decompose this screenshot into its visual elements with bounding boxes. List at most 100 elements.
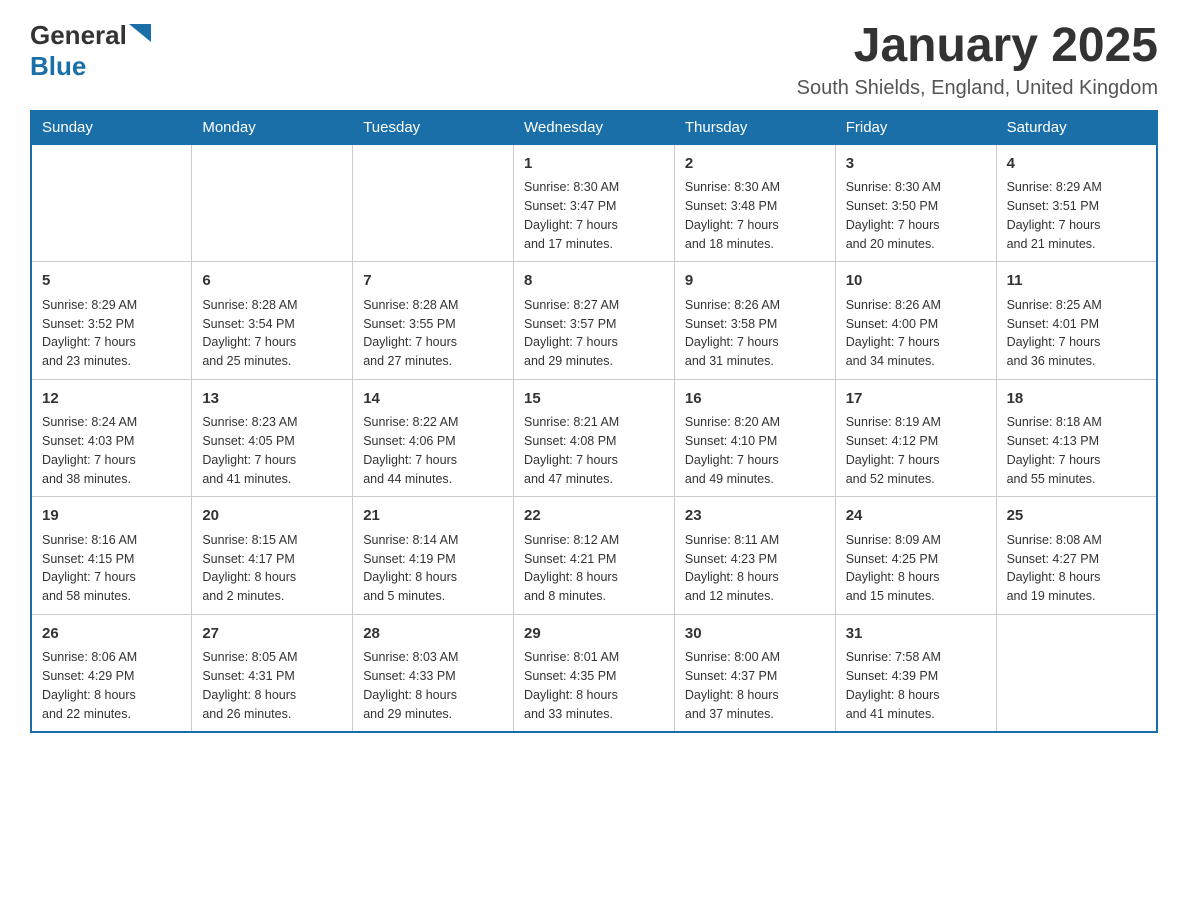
calendar-cell xyxy=(353,144,514,262)
calendar-header-row: SundayMondayTuesdayWednesdayThursdayFrid… xyxy=(31,110,1157,144)
calendar-cell: 26Sunrise: 8:06 AM Sunset: 4:29 PM Dayli… xyxy=(31,614,192,732)
day-number: 27 xyxy=(202,623,342,646)
calendar-week-2: 5 Sunrise: 8:29 AM Sunset: 3:52 PM Daylig… xyxy=(31,262,1157,380)
day-info: Sunrise: 8:22 AM Sunset: 4:06 PM Dayligh… xyxy=(363,413,503,488)
day-number: 8 xyxy=(524,270,664,293)
calendar-cell: 19 Sunrise: 8:16 AM Sunset: 4:15 PM Dayli… xyxy=(31,497,192,615)
calendar-cell: 31Sunrise: 7:58 AM Sunset: 4:39 PM Dayli… xyxy=(835,614,996,732)
weekday-header-wednesday: Wednesday xyxy=(514,110,675,144)
title-block: January 2025 South Shields, England, Uni… xyxy=(797,20,1158,100)
day-info: Sunrise: 8:29 AM Sunset: 3:52 PM Dayligh… xyxy=(42,296,181,371)
calendar-cell xyxy=(192,144,353,262)
calendar-cell: 2Sunrise: 8:30 AM Sunset: 3:48 PM Daylig… xyxy=(674,144,835,262)
calendar-cell: 20Sunrise: 8:15 AM Sunset: 4:17 PM Dayli… xyxy=(192,497,353,615)
logo-triangle-icon xyxy=(129,24,151,47)
calendar-cell xyxy=(996,614,1157,732)
day-info: Sunrise: 8:30 AM Sunset: 3:50 PM Dayligh… xyxy=(846,178,986,253)
calendar-cell: 8Sunrise: 8:27 AM Sunset: 3:57 PM Daylig… xyxy=(514,262,675,380)
logo: General Blue xyxy=(30,20,151,82)
calendar-cell: 28Sunrise: 8:03 AM Sunset: 4:33 PM Dayli… xyxy=(353,614,514,732)
day-info: Sunrise: 8:03 AM Sunset: 4:33 PM Dayligh… xyxy=(363,648,503,723)
calendar-cell: 14Sunrise: 8:22 AM Sunset: 4:06 PM Dayli… xyxy=(353,379,514,497)
calendar-cell: 6 Sunrise: 8:28 AM Sunset: 3:54 PM Daylig… xyxy=(192,262,353,380)
weekday-header-monday: Monday xyxy=(192,110,353,144)
month-title: January 2025 xyxy=(797,20,1158,73)
day-number: 5 xyxy=(42,270,181,293)
logo-blue-text: Blue xyxy=(30,51,86,81)
day-info: Sunrise: 8:09 AM Sunset: 4:25 PM Dayligh… xyxy=(846,531,986,606)
calendar-cell: 12Sunrise: 8:24 AM Sunset: 4:03 PM Dayli… xyxy=(31,379,192,497)
day-number: 22 xyxy=(524,505,664,528)
day-info: Sunrise: 8:12 AM Sunset: 4:21 PM Dayligh… xyxy=(524,531,664,606)
calendar-cell xyxy=(31,144,192,262)
day-info: Sunrise: 8:19 AM Sunset: 4:12 PM Dayligh… xyxy=(846,413,986,488)
calendar-cell: 16Sunrise: 8:20 AM Sunset: 4:10 PM Dayli… xyxy=(674,379,835,497)
calendar-cell: 5 Sunrise: 8:29 AM Sunset: 3:52 PM Daylig… xyxy=(31,262,192,380)
calendar-cell: 1Sunrise: 8:30 AM Sunset: 3:47 PM Daylig… xyxy=(514,144,675,262)
day-number: 18 xyxy=(1007,388,1146,411)
day-number: 10 xyxy=(846,270,986,293)
day-number: 13 xyxy=(202,388,342,411)
day-info: Sunrise: 8:18 AM Sunset: 4:13 PM Dayligh… xyxy=(1007,413,1146,488)
calendar-cell: 13Sunrise: 8:23 AM Sunset: 4:05 PM Dayli… xyxy=(192,379,353,497)
location-title: South Shields, England, United Kingdom xyxy=(797,77,1158,100)
day-number: 3 xyxy=(846,153,986,176)
day-info: Sunrise: 8:14 AM Sunset: 4:19 PM Dayligh… xyxy=(363,531,503,606)
day-info: Sunrise: 8:15 AM Sunset: 4:17 PM Dayligh… xyxy=(202,531,342,606)
calendar-cell: 11 Sunrise: 8:25 AM Sunset: 4:01 PM Dayli… xyxy=(996,262,1157,380)
day-info: Sunrise: 8:30 AM Sunset: 3:47 PM Dayligh… xyxy=(524,178,664,253)
day-info: Sunrise: 8:24 AM Sunset: 4:03 PM Dayligh… xyxy=(42,413,181,488)
day-info: Sunrise: 7:58 AM Sunset: 4:39 PM Dayligh… xyxy=(846,648,986,723)
day-info: Sunrise: 8:21 AM Sunset: 4:08 PM Dayligh… xyxy=(524,413,664,488)
day-number: 2 xyxy=(685,153,825,176)
calendar-table: SundayMondayTuesdayWednesdayThursdayFrid… xyxy=(30,110,1158,734)
weekday-header-sunday: Sunday xyxy=(31,110,192,144)
day-number: 15 xyxy=(524,388,664,411)
logo-general-text: General xyxy=(30,20,127,51)
calendar-cell: 3Sunrise: 8:30 AM Sunset: 3:50 PM Daylig… xyxy=(835,144,996,262)
day-info: Sunrise: 8:11 AM Sunset: 4:23 PM Dayligh… xyxy=(685,531,825,606)
calendar-cell: 21 Sunrise: 8:14 AM Sunset: 4:19 PM Dayli… xyxy=(353,497,514,615)
calendar-cell: 30Sunrise: 8:00 AM Sunset: 4:37 PM Dayli… xyxy=(674,614,835,732)
day-info: Sunrise: 8:30 AM Sunset: 3:48 PM Dayligh… xyxy=(685,178,825,253)
calendar-week-4: 19 Sunrise: 8:16 AM Sunset: 4:15 PM Dayli… xyxy=(31,497,1157,615)
weekday-header-tuesday: Tuesday xyxy=(353,110,514,144)
day-number: 16 xyxy=(685,388,825,411)
day-number: 28 xyxy=(363,623,503,646)
day-number: 17 xyxy=(846,388,986,411)
calendar-week-3: 12Sunrise: 8:24 AM Sunset: 4:03 PM Dayli… xyxy=(31,379,1157,497)
calendar-cell: 9 Sunrise: 8:26 AM Sunset: 3:58 PM Daylig… xyxy=(674,262,835,380)
day-info: Sunrise: 8:05 AM Sunset: 4:31 PM Dayligh… xyxy=(202,648,342,723)
calendar-cell: 24 Sunrise: 8:09 AM Sunset: 4:25 PM Dayli… xyxy=(835,497,996,615)
calendar-cell: 10Sunrise: 8:26 AM Sunset: 4:00 PM Dayli… xyxy=(835,262,996,380)
day-info: Sunrise: 8:29 AM Sunset: 3:51 PM Dayligh… xyxy=(1007,178,1146,253)
day-number: 21 xyxy=(363,505,503,528)
calendar-cell: 7 Sunrise: 8:28 AM Sunset: 3:55 PM Daylig… xyxy=(353,262,514,380)
day-info: Sunrise: 8:28 AM Sunset: 3:55 PM Dayligh… xyxy=(363,296,503,371)
day-number: 14 xyxy=(363,388,503,411)
day-number: 19 xyxy=(42,505,181,528)
day-number: 12 xyxy=(42,388,181,411)
day-number: 26 xyxy=(42,623,181,646)
day-number: 11 xyxy=(1007,270,1146,293)
day-info: Sunrise: 8:16 AM Sunset: 4:15 PM Dayligh… xyxy=(42,531,181,606)
day-info: Sunrise: 8:26 AM Sunset: 3:58 PM Dayligh… xyxy=(685,296,825,371)
day-number: 7 xyxy=(363,270,503,293)
page-header: General Blue January 2025 South Shields,… xyxy=(30,20,1158,100)
day-number: 24 xyxy=(846,505,986,528)
day-number: 6 xyxy=(202,270,342,293)
calendar-week-1: 1Sunrise: 8:30 AM Sunset: 3:47 PM Daylig… xyxy=(31,144,1157,262)
calendar-cell: 4Sunrise: 8:29 AM Sunset: 3:51 PM Daylig… xyxy=(996,144,1157,262)
calendar-cell: 17Sunrise: 8:19 AM Sunset: 4:12 PM Dayli… xyxy=(835,379,996,497)
calendar-cell: 25Sunrise: 8:08 AM Sunset: 4:27 PM Dayli… xyxy=(996,497,1157,615)
day-number: 9 xyxy=(685,270,825,293)
calendar-week-5: 26Sunrise: 8:06 AM Sunset: 4:29 PM Dayli… xyxy=(31,614,1157,732)
day-info: Sunrise: 8:28 AM Sunset: 3:54 PM Dayligh… xyxy=(202,296,342,371)
day-info: Sunrise: 8:08 AM Sunset: 4:27 PM Dayligh… xyxy=(1007,531,1146,606)
weekday-header-thursday: Thursday xyxy=(674,110,835,144)
weekday-header-friday: Friday xyxy=(835,110,996,144)
day-number: 4 xyxy=(1007,153,1146,176)
day-info: Sunrise: 8:23 AM Sunset: 4:05 PM Dayligh… xyxy=(202,413,342,488)
day-info: Sunrise: 8:25 AM Sunset: 4:01 PM Dayligh… xyxy=(1007,296,1146,371)
day-info: Sunrise: 8:00 AM Sunset: 4:37 PM Dayligh… xyxy=(685,648,825,723)
